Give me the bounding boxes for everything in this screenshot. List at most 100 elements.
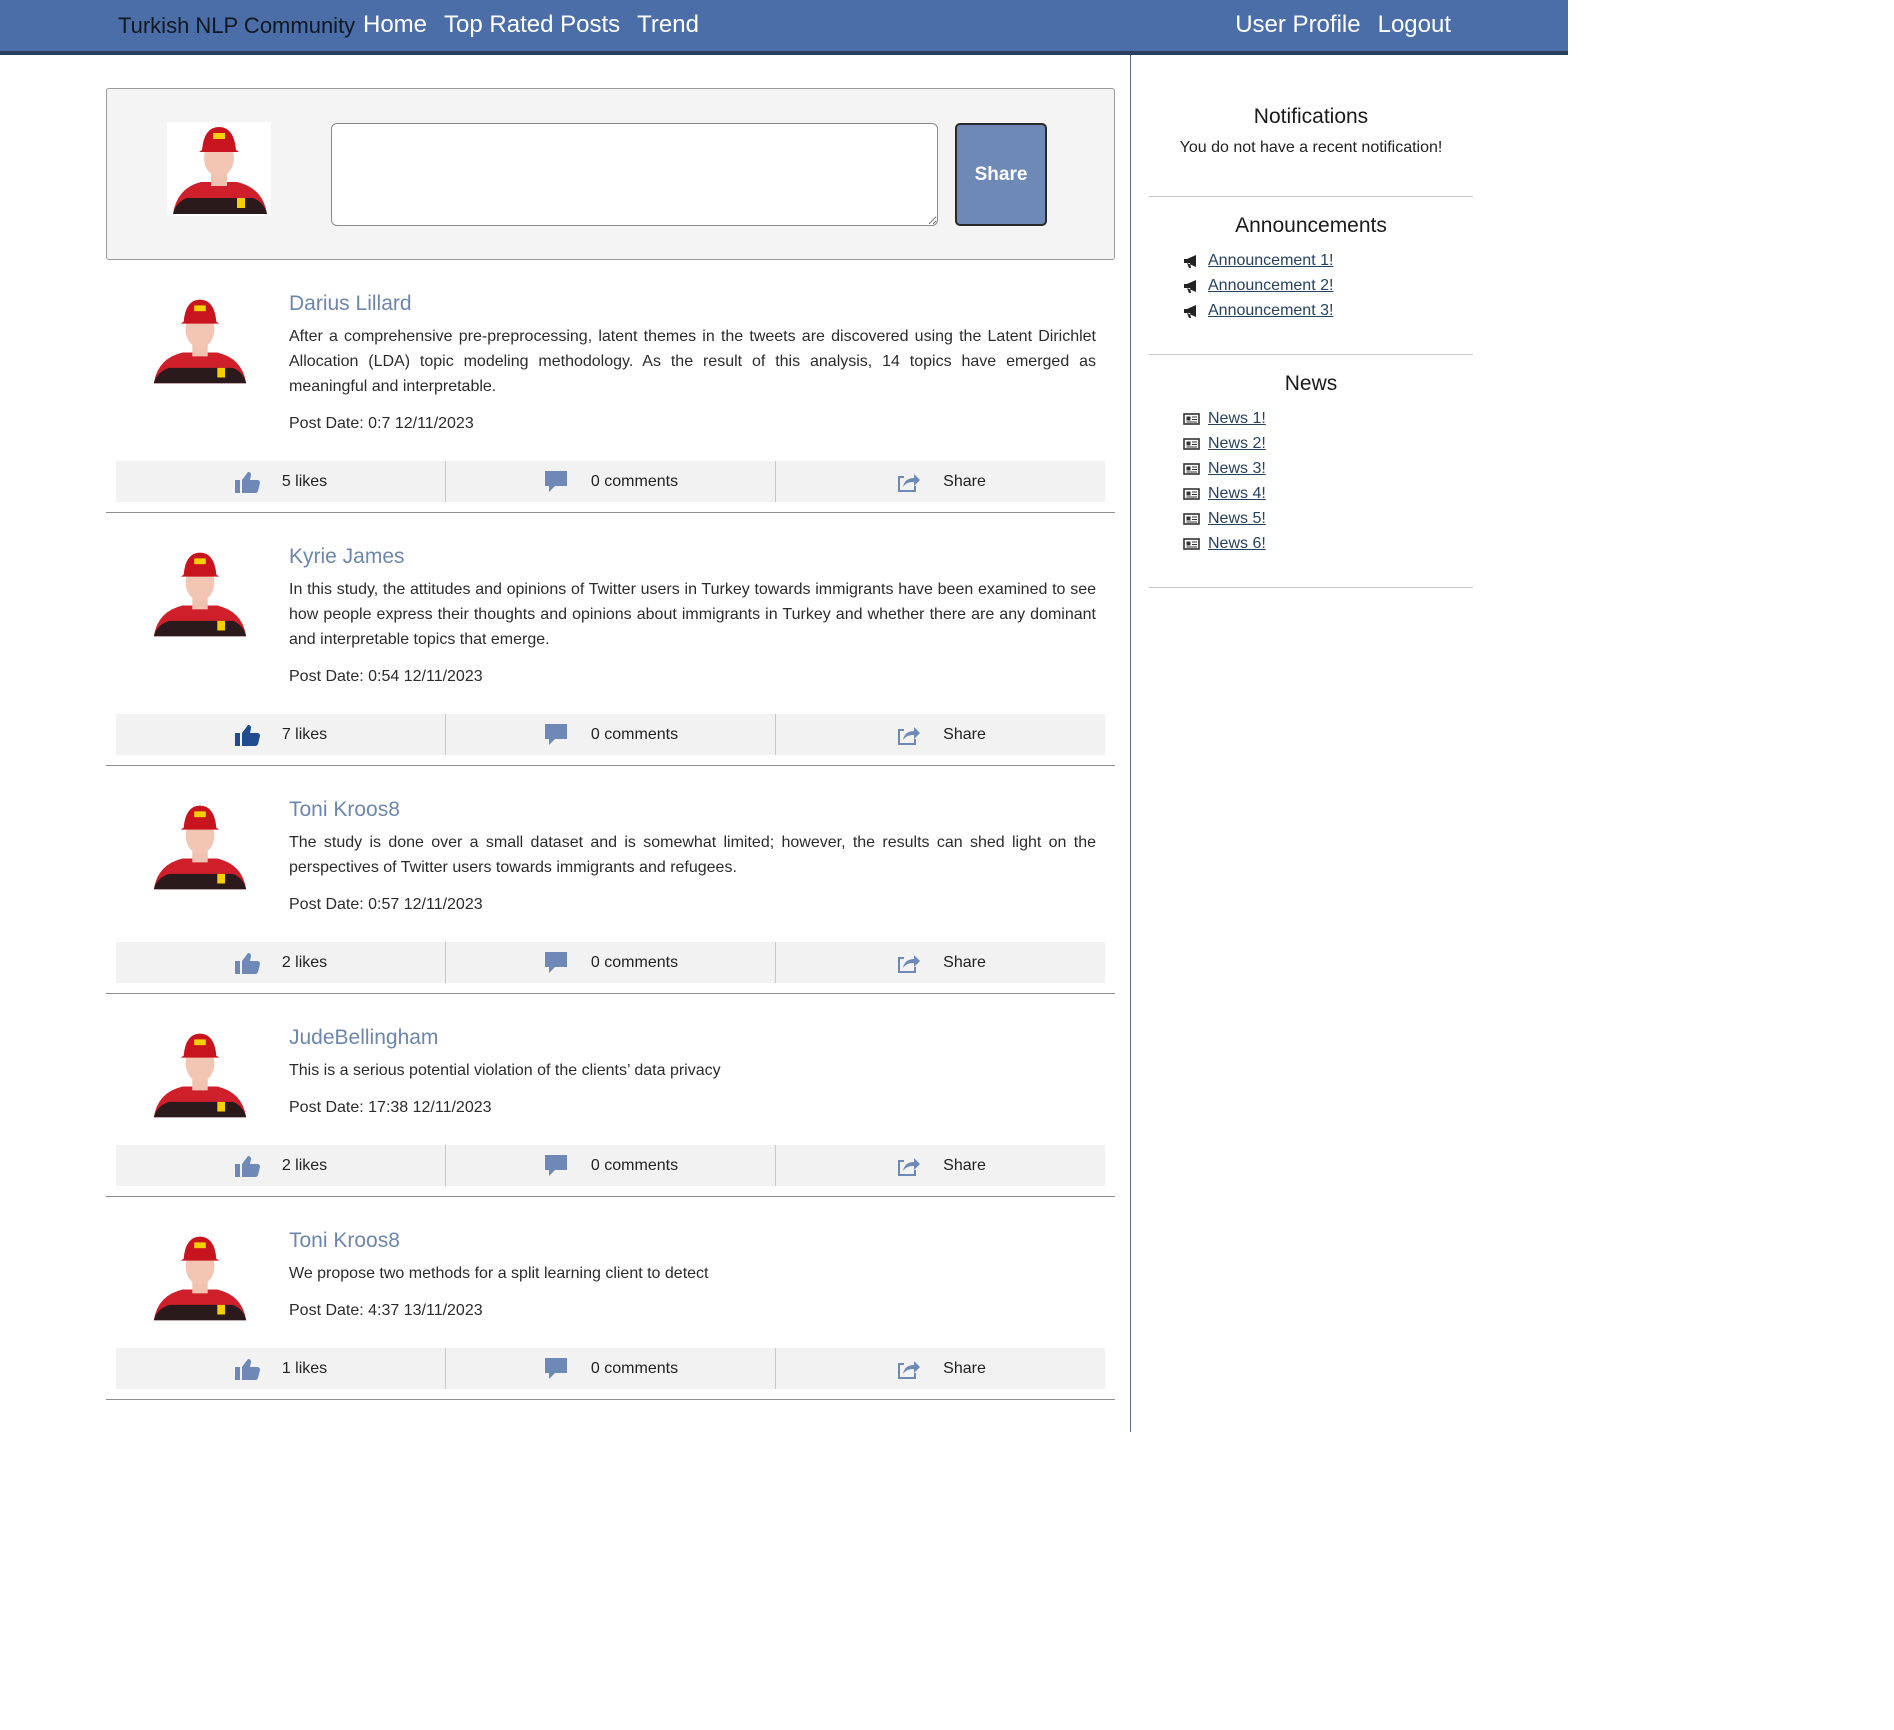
top-navbar: Turkish NLP Community Home Top Rated Pos… bbox=[0, 0, 1568, 55]
news-panel: News News 1! News 2! News 3! News 4! New… bbox=[1149, 372, 1473, 588]
announcement-link[interactable]: Announcement 1! bbox=[1208, 252, 1333, 270]
newspaper-icon bbox=[1183, 437, 1200, 450]
news-item: News 6! bbox=[1183, 531, 1473, 556]
post-date: Post Date: 0:57 12/11/2023 bbox=[289, 896, 483, 913]
share-button[interactable]: Share bbox=[776, 942, 1105, 983]
post-author-link[interactable]: Toni Kroos8 bbox=[289, 1229, 1096, 1253]
post-item: Kyrie James In this study, the attitudes… bbox=[106, 513, 1115, 766]
share-label: Share bbox=[943, 1359, 986, 1377]
announcements-list: Announcement 1! Announcement 2! Announce… bbox=[1149, 248, 1473, 323]
comments-count: 0 comments bbox=[590, 725, 679, 743]
like-button[interactable]: 2 likes bbox=[116, 1145, 446, 1186]
comment-icon bbox=[544, 723, 567, 745]
announcements-title: Announcements bbox=[1235, 214, 1387, 237]
news-title: News bbox=[1284, 372, 1338, 395]
post-body: Darius Lillard After a comprehensive pre… bbox=[106, 260, 1115, 433]
announcement-link[interactable]: Announcement 3! bbox=[1208, 302, 1333, 320]
like-button[interactable]: 2 likes bbox=[116, 942, 446, 983]
newspaper-icon bbox=[1183, 412, 1200, 425]
post-actions: 5 likes 0 comments Share bbox=[116, 461, 1105, 502]
post-input[interactable] bbox=[331, 123, 938, 226]
news-item: News 2! bbox=[1183, 431, 1473, 456]
comment-button[interactable]: 0 comments bbox=[446, 714, 776, 755]
news-link[interactable]: News 3! bbox=[1208, 460, 1266, 478]
post-item: JudeBellingham This is a serious potenti… bbox=[106, 994, 1115, 1197]
post-author-link[interactable]: Kyrie James bbox=[289, 545, 1096, 569]
comment-button[interactable]: 0 comments bbox=[446, 1348, 776, 1389]
share-icon bbox=[898, 954, 921, 973]
nav-links: Home Top Rated Posts Trend bbox=[363, 11, 699, 39]
announcement-item: Announcement 2! bbox=[1183, 273, 1473, 298]
news-link[interactable]: News 5! bbox=[1208, 510, 1266, 528]
share-icon bbox=[898, 1157, 921, 1176]
comments-count: 0 comments bbox=[590, 953, 679, 971]
post-date: Post Date: 17:38 12/11/2023 bbox=[289, 1099, 492, 1116]
like-button[interactable]: 7 likes bbox=[116, 714, 446, 755]
author-avatar bbox=[153, 1236, 247, 1321]
author-avatar bbox=[153, 552, 247, 637]
share-button[interactable]: Share bbox=[776, 1145, 1105, 1186]
nav-top-rated-link[interactable]: Top Rated Posts bbox=[444, 11, 620, 39]
notifications-panel: Notifications You do not have a recent n… bbox=[1149, 105, 1473, 197]
likes-count: 2 likes bbox=[281, 1156, 328, 1174]
likes-count: 5 likes bbox=[281, 472, 328, 490]
comments-count: 0 comments bbox=[590, 472, 679, 490]
share-button[interactable]: Share bbox=[776, 714, 1105, 755]
share-icon bbox=[898, 473, 921, 492]
post-author-link[interactable]: Darius Lillard bbox=[289, 292, 1096, 316]
announcements-panel: Announcements Announcement 1! Announceme… bbox=[1149, 214, 1473, 355]
post-text: After a comprehensive pre-preprocessing,… bbox=[289, 328, 1096, 395]
comments-count: 0 comments bbox=[590, 1359, 679, 1377]
post-item: Toni Kroos8 We propose two methods for a… bbox=[106, 1197, 1115, 1400]
post-body: Toni Kroos8 The study is done over a sma… bbox=[106, 766, 1115, 914]
notifications-message: You do not have a recent notification! bbox=[1179, 139, 1443, 156]
nav-user-links: User Profile Logout bbox=[1235, 11, 1451, 39]
news-item: News 5! bbox=[1183, 506, 1473, 531]
news-link[interactable]: News 4! bbox=[1208, 485, 1266, 503]
share-label: Share bbox=[943, 1156, 986, 1174]
like-button[interactable]: 1 likes bbox=[116, 1348, 446, 1389]
comment-button[interactable]: 0 comments bbox=[446, 1145, 776, 1186]
comment-button[interactable]: 0 comments bbox=[446, 461, 776, 502]
newspaper-icon bbox=[1183, 537, 1200, 550]
share-button[interactable]: Share bbox=[776, 1348, 1105, 1389]
comment-icon bbox=[544, 951, 567, 973]
post-body: JudeBellingham This is a serious potenti… bbox=[106, 994, 1115, 1117]
post-actions: 2 likes 0 comments Share bbox=[116, 1145, 1105, 1186]
share-label: Share bbox=[943, 472, 986, 490]
user-avatar bbox=[167, 122, 271, 216]
share-button[interactable]: Share bbox=[776, 461, 1105, 502]
share-post-button[interactable]: Share bbox=[955, 123, 1047, 226]
post-text: The study is done over a small dataset a… bbox=[289, 834, 1096, 876]
news-item: News 3! bbox=[1183, 456, 1473, 481]
post-actions: 7 likes 0 comments Share bbox=[116, 714, 1105, 755]
news-link[interactable]: News 2! bbox=[1208, 435, 1266, 453]
feed: Share Darius Lillard After a comprehensi… bbox=[106, 88, 1115, 1400]
announcement-item: Announcement 1! bbox=[1183, 248, 1473, 273]
comment-button[interactable]: 0 comments bbox=[446, 942, 776, 983]
notifications-title: Notifications bbox=[1253, 105, 1369, 128]
news-item: News 4! bbox=[1183, 481, 1473, 506]
brand-title[interactable]: Turkish NLP Community bbox=[118, 13, 355, 39]
announcement-link[interactable]: Announcement 2! bbox=[1208, 277, 1333, 295]
post-text: In this study, the attitudes and opinion… bbox=[289, 581, 1096, 648]
likes-count: 7 likes bbox=[281, 725, 328, 743]
nav-trend-link[interactable]: Trend bbox=[637, 11, 699, 39]
post-author-link[interactable]: JudeBellingham bbox=[289, 1026, 1096, 1050]
nav-logout-link[interactable]: Logout bbox=[1378, 11, 1451, 39]
nav-home-link[interactable]: Home bbox=[363, 11, 427, 39]
newspaper-icon bbox=[1183, 462, 1200, 475]
megaphone-icon bbox=[1184, 254, 1196, 268]
post-date: Post Date: 0:54 12/11/2023 bbox=[289, 668, 483, 685]
comment-icon bbox=[544, 1154, 567, 1176]
likes-count: 1 likes bbox=[281, 1359, 328, 1377]
nav-user-profile-link[interactable]: User Profile bbox=[1235, 11, 1360, 39]
share-label: Share bbox=[943, 725, 986, 743]
right-sidebar: Notifications You do not have a recent n… bbox=[1130, 55, 1568, 1432]
news-link[interactable]: News 1! bbox=[1208, 410, 1266, 428]
news-link[interactable]: News 6! bbox=[1208, 535, 1266, 553]
like-button[interactable]: 5 likes bbox=[116, 461, 446, 502]
post-date: Post Date: 0:7 12/11/2023 bbox=[289, 415, 474, 432]
post-author-link[interactable]: Toni Kroos8 bbox=[289, 798, 1096, 822]
post-item: Darius Lillard After a comprehensive pre… bbox=[106, 260, 1115, 513]
